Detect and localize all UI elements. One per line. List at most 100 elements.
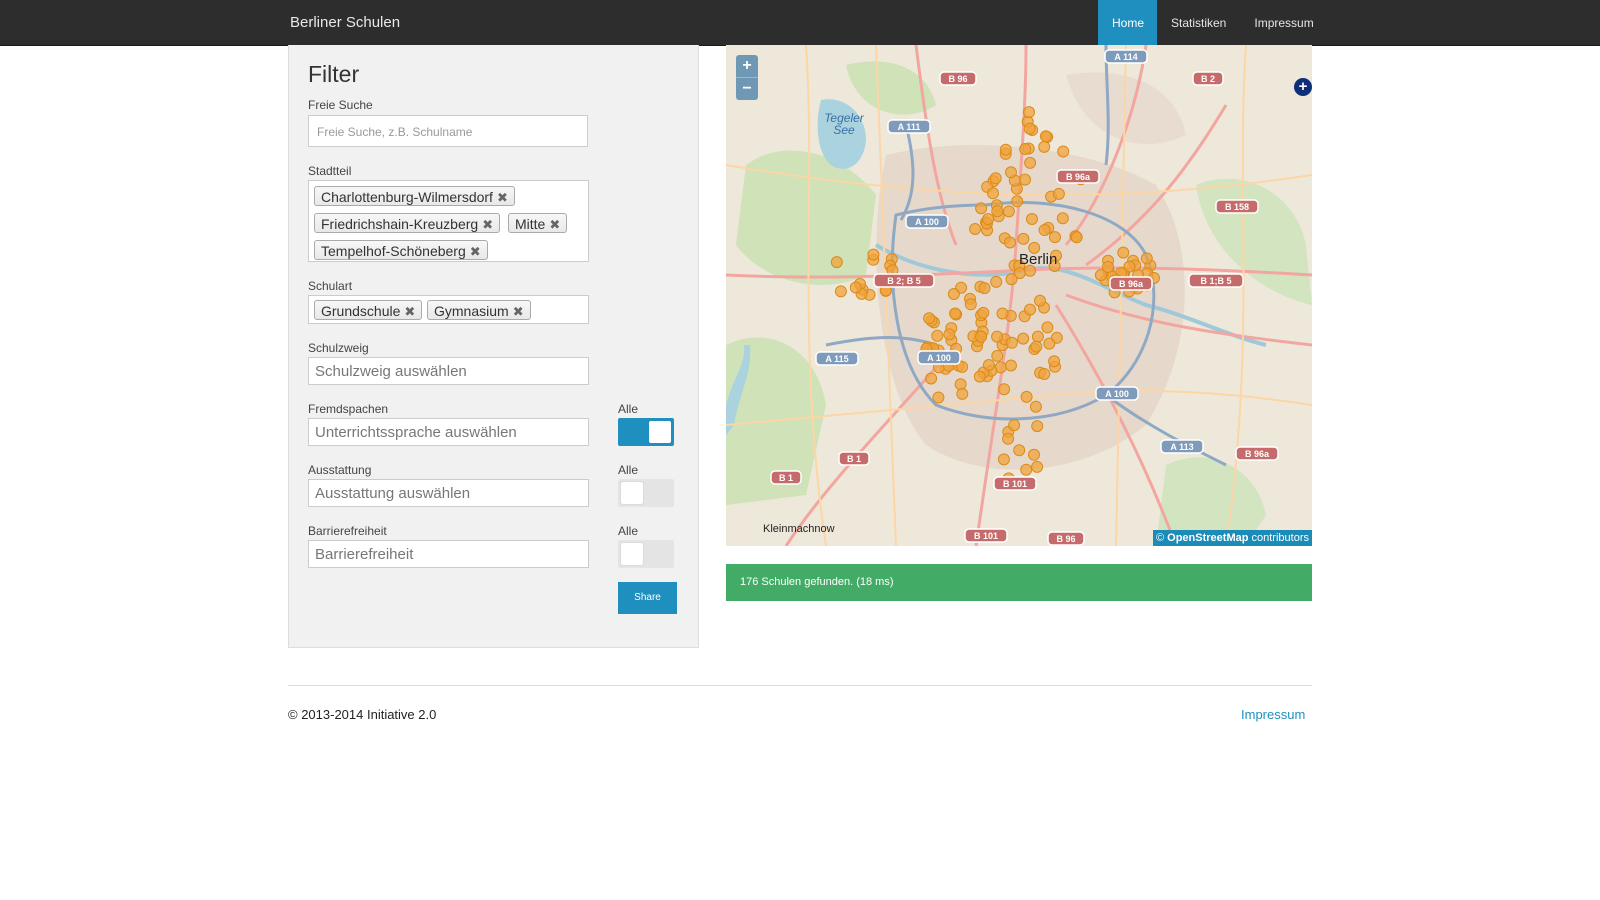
school-type-tag[interactable]: Gymnasium ✖	[427, 300, 531, 320]
school-marker[interactable]	[975, 202, 988, 215]
languages-toggle[interactable]	[618, 418, 674, 446]
school-marker[interactable]	[949, 307, 962, 320]
school-marker[interactable]	[997, 453, 1010, 466]
school-marker[interactable]	[1041, 321, 1054, 334]
school-marker[interactable]	[969, 223, 982, 235]
school-marker[interactable]	[989, 172, 1002, 185]
school-marker[interactable]	[1039, 130, 1052, 143]
school-marker[interactable]	[1057, 145, 1070, 158]
school-marker[interactable]	[1023, 122, 1036, 135]
school-marker[interactable]	[977, 306, 990, 319]
school-marker[interactable]	[1056, 212, 1069, 225]
school-marker[interactable]	[1011, 195, 1024, 208]
school-marker[interactable]	[1043, 337, 1056, 350]
accessibility-toggle[interactable]	[618, 540, 674, 568]
school-marker[interactable]	[1048, 355, 1061, 368]
school-marker[interactable]	[1005, 273, 1018, 286]
school-marker[interactable]	[1017, 232, 1030, 245]
school-marker[interactable]	[867, 248, 880, 261]
school-marker[interactable]	[1052, 187, 1065, 200]
school-marker[interactable]	[834, 285, 847, 298]
school-marker[interactable]	[987, 187, 999, 200]
school-marker[interactable]	[1005, 166, 1017, 179]
equipment-select[interactable]: Ausstattung auswählen	[308, 479, 589, 507]
languages-select[interactable]: Unterrichtssprache auswählen	[308, 418, 589, 446]
school-marker[interactable]	[1004, 236, 1016, 249]
remove-icon[interactable]: ✖	[482, 217, 493, 232]
openstreetmap-link[interactable]: OpenStreetMap	[1167, 532, 1248, 544]
layers-plus-icon[interactable]: +	[1294, 78, 1312, 96]
remove-icon[interactable]: ✖	[404, 304, 415, 319]
school-marker[interactable]	[1049, 231, 1061, 244]
school-marker[interactable]	[999, 143, 1012, 156]
school-marker[interactable]	[978, 282, 991, 295]
school-marker[interactable]	[1038, 368, 1051, 380]
school-marker[interactable]	[1024, 156, 1037, 169]
school-marker[interactable]	[991, 205, 1004, 218]
school-marker[interactable]	[1002, 205, 1015, 218]
brand-title[interactable]: Berliner Schulen	[290, 14, 400, 31]
school-marker[interactable]	[996, 307, 1009, 320]
district-tag[interactable]: Friedrichshain-Kreuzberg ✖	[314, 213, 501, 233]
remove-icon[interactable]: ✖	[497, 190, 508, 205]
school-marker[interactable]	[1031, 330, 1044, 343]
school-marker[interactable]	[1028, 448, 1040, 461]
school-marker[interactable]	[830, 256, 843, 269]
zoom-out-button[interactable]: −	[736, 78, 758, 100]
school-marker[interactable]	[1030, 340, 1043, 353]
school-marker[interactable]	[1020, 390, 1033, 403]
school-marker[interactable]	[1017, 332, 1030, 345]
school-marker[interactable]	[943, 328, 956, 341]
school-marker[interactable]	[925, 372, 938, 385]
district-tag[interactable]: Charlottenburg-Wilmersdorf ✖	[314, 186, 515, 206]
school-marker[interactable]	[1031, 460, 1044, 473]
school-marker[interactable]	[947, 288, 960, 300]
school-marker[interactable]	[990, 275, 1003, 288]
nav-home[interactable]: Home	[1098, 0, 1157, 45]
school-marker[interactable]	[991, 349, 1004, 362]
zoom-in-button[interactable]: +	[736, 55, 758, 77]
school-marker[interactable]	[1008, 419, 1021, 432]
school-marker[interactable]	[1034, 294, 1046, 307]
school-marker[interactable]	[1002, 432, 1015, 445]
school-marker[interactable]	[1005, 359, 1017, 372]
school-marker[interactable]	[1005, 336, 1018, 349]
share-button[interactable]: Share	[618, 582, 677, 614]
school-marker[interactable]	[1020, 463, 1033, 476]
nav-statistiken[interactable]: Statistiken	[1157, 0, 1240, 45]
school-type-select[interactable]: Grundschule ✖ Gymnasium ✖	[308, 295, 589, 324]
branch-select[interactable]: Schulzweig auswählen	[308, 357, 589, 385]
school-marker[interactable]	[998, 383, 1011, 396]
school-marker[interactable]	[1038, 224, 1051, 236]
school-marker[interactable]	[1140, 252, 1153, 265]
school-marker[interactable]	[982, 213, 995, 226]
school-marker[interactable]	[1026, 213, 1038, 225]
district-tag[interactable]: Tempelhof-Schöneberg ✖	[314, 240, 488, 260]
remove-icon[interactable]: ✖	[549, 217, 560, 232]
school-marker[interactable]	[849, 281, 862, 294]
school-marker[interactable]	[1038, 140, 1051, 153]
school-marker[interactable]	[932, 391, 945, 404]
school-marker[interactable]	[931, 329, 944, 342]
school-marker[interactable]	[1023, 106, 1035, 119]
school-marker[interactable]	[1019, 173, 1031, 186]
school-type-tag[interactable]: Grundschule ✖	[314, 300, 423, 320]
remove-icon[interactable]: ✖	[513, 304, 524, 319]
school-marker[interactable]	[1029, 400, 1042, 413]
map[interactable]: A 114 B 96 B 2 A 111 B 96a B 158 A 100 B 2; B 5…	[726, 45, 1312, 546]
school-marker[interactable]	[973, 370, 986, 383]
school-marker[interactable]	[1070, 231, 1083, 244]
school-marker[interactable]	[964, 298, 977, 311]
school-marker[interactable]	[1019, 143, 1032, 155]
school-marker[interactable]	[1117, 246, 1130, 259]
school-marker[interactable]	[1031, 420, 1044, 433]
school-marker[interactable]	[991, 330, 1004, 343]
map-tiles[interactable]: A 114 B 96 B 2 A 111 B 96a B 158 A 100 B 2; B 5…	[726, 45, 1312, 546]
equipment-toggle[interactable]	[618, 479, 674, 507]
district-select[interactable]: Charlottenburg-Wilmersdorf ✖ Friedrichsha…	[308, 180, 589, 262]
school-marker[interactable]	[1024, 303, 1036, 316]
accessibility-select[interactable]: Barrierefreiheit	[308, 540, 589, 568]
district-tag[interactable]: Mitte ✖	[508, 213, 568, 233]
school-marker[interactable]	[1102, 261, 1114, 273]
school-marker[interactable]	[1123, 260, 1136, 273]
